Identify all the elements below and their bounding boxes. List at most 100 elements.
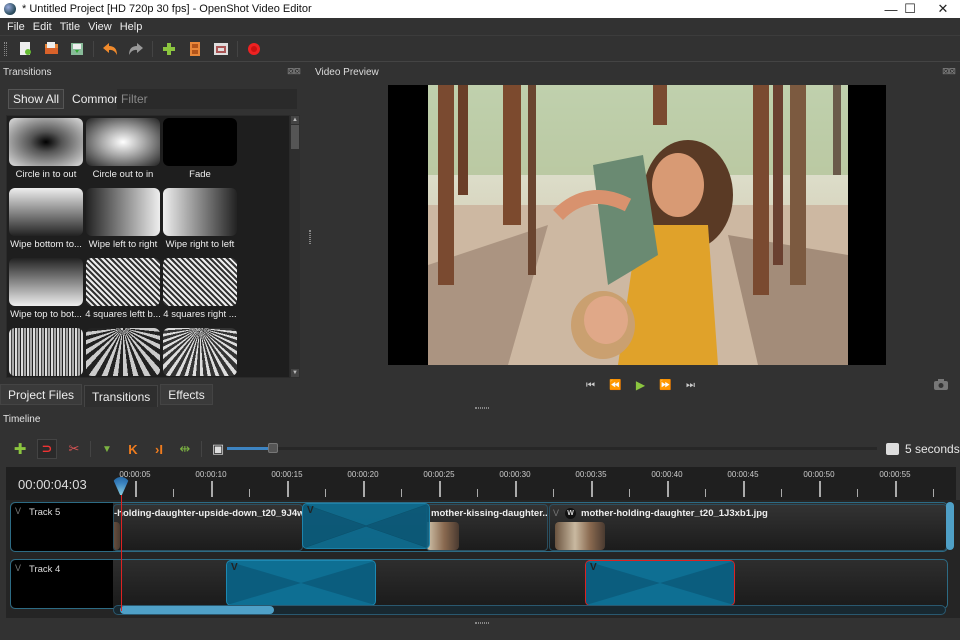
- import-files-button[interactable]: [160, 40, 178, 58]
- jump-end-button[interactable]: ⏭: [678, 377, 703, 393]
- clip-thumbnail: [114, 522, 120, 550]
- transition-item[interactable]: 4 squares leftt b...: [85, 258, 161, 324]
- zoom-slider-handle[interactable]: [267, 443, 278, 453]
- track-4[interactable]: V Track 4 V V: [10, 559, 948, 609]
- tab-project-files[interactable]: Project Files: [0, 384, 83, 405]
- add-track-button[interactable]: ✚: [11, 440, 29, 458]
- track-menu-icon[interactable]: V: [15, 563, 21, 573]
- tab-transitions[interactable]: Transitions: [84, 385, 159, 407]
- transition-item[interactable]: [86, 328, 160, 377]
- transition-clip-selected[interactable]: V: [585, 560, 735, 606]
- undo-button[interactable]: [101, 40, 119, 58]
- snapping-toggle[interactable]: ⊃: [37, 439, 57, 459]
- left-dock-tabs: Project Files Transitions Effects: [0, 384, 215, 407]
- clip[interactable]: V W mother-holding-daughter_t20_1J3xb1.j…: [549, 504, 947, 551]
- transition-thumbnail: [86, 258, 160, 306]
- export-video-button[interactable]: [245, 40, 263, 58]
- previous-marker-icon: K: [128, 441, 138, 457]
- transition-item[interactable]: Fade: [163, 118, 237, 184]
- transition-item[interactable]: Wipe left to right: [86, 188, 160, 254]
- timeline-vertical-scrollbar[interactable]: [946, 502, 954, 550]
- transition-menu-icon[interactable]: V: [307, 505, 314, 516]
- ruler-major-tick: [667, 481, 669, 497]
- ruler-major-tick: [439, 481, 441, 497]
- transition-item[interactable]: 4 squares right ...: [163, 258, 237, 324]
- horizontal-splitter-handle[interactable]: [475, 407, 489, 409]
- ruler-major-tick: [895, 481, 897, 497]
- zoom-level-label: 5 seconds: [905, 442, 960, 456]
- transition-filter-row: Show All Common: [8, 89, 121, 109]
- bottom-splitter-handle[interactable]: [475, 622, 489, 624]
- close-button[interactable]: ✕: [920, 0, 960, 18]
- track-menu-icon[interactable]: V: [15, 506, 21, 516]
- zoom-slider-track[interactable]: [227, 447, 877, 450]
- track-header[interactable]: V Track 5: [11, 503, 113, 551]
- center-playhead-icon: ⇹: [179, 441, 191, 456]
- center-playhead-button[interactable]: ⇹: [176, 440, 194, 458]
- transition-menu-icon[interactable]: V: [590, 562, 597, 573]
- timeline-scroll-thumb[interactable]: [120, 606, 274, 614]
- fast-forward-button[interactable]: ⏩: [653, 377, 678, 393]
- menu-help[interactable]: Help: [116, 21, 147, 33]
- play-button[interactable]: ▶: [628, 377, 653, 393]
- transition-item[interactable]: [163, 328, 237, 377]
- transition-item[interactable]: Wipe top to bot...: [9, 258, 83, 324]
- ruler-label: 00:00:35: [575, 470, 607, 479]
- open-project-button[interactable]: [42, 40, 60, 58]
- menu-edit[interactable]: Edit: [29, 21, 56, 33]
- transition-item[interactable]: [9, 328, 83, 377]
- clip-thumbnail: [555, 522, 605, 550]
- save-project-button[interactable]: [68, 40, 86, 58]
- jump-start-button[interactable]: ⏮: [578, 377, 603, 393]
- dock-float-close-icon[interactable]: ⊠⊠: [287, 66, 301, 77]
- choose-profile-button[interactable]: [186, 40, 204, 58]
- track-5[interactable]: V Track 5 -holding-daughter-upside-down_…: [10, 502, 948, 552]
- transition-item[interactable]: Circle out to in: [86, 118, 160, 184]
- scroll-up-icon[interactable]: ▲: [291, 116, 299, 124]
- scroll-down-icon[interactable]: ▼: [291, 369, 299, 377]
- zoom-out-button[interactable]: ▣: [209, 440, 227, 458]
- razor-button[interactable]: ✂: [65, 440, 83, 458]
- clip-menu-icon[interactable]: V: [553, 508, 559, 518]
- clip[interactable]: -holding-daughter-upside-down_t20_9J4wl2: [113, 504, 303, 551]
- transition-clip[interactable]: V: [226, 560, 376, 606]
- rewind-button[interactable]: ⏪: [603, 377, 628, 393]
- transitions-scrollbar[interactable]: ▲ ▼: [290, 115, 300, 378]
- track-header[interactable]: V Track 4: [11, 560, 113, 608]
- ruler-label: 00:00:15: [271, 470, 303, 479]
- common-button[interactable]: Common: [72, 92, 121, 106]
- transition-item[interactable]: Wipe right to left: [163, 188, 237, 254]
- ruler-label: 00:00:55: [879, 470, 911, 479]
- previous-marker-button[interactable]: K: [124, 440, 142, 458]
- vertical-splitter-handle[interactable]: [309, 230, 311, 244]
- menu-file[interactable]: File: [3, 21, 29, 33]
- tab-effects[interactable]: Effects: [160, 384, 213, 405]
- snapshot-button[interactable]: [934, 379, 948, 393]
- add-marker-button[interactable]: ▼: [98, 440, 116, 458]
- toolbar-grip[interactable]: [4, 42, 7, 56]
- ruler-minor-tick: [477, 489, 478, 497]
- scroll-thumb[interactable]: [291, 125, 299, 149]
- transition-item[interactable]: Wipe bottom to...: [9, 188, 83, 254]
- menu-view[interactable]: View: [84, 21, 116, 33]
- new-project-button[interactable]: [16, 40, 34, 58]
- ruler-label: 00:00:40: [651, 470, 683, 479]
- fullscreen-button[interactable]: [212, 40, 230, 58]
- track-name: Track 4: [29, 564, 61, 575]
- transition-clip[interactable]: V: [302, 503, 430, 549]
- undo-icon: [103, 42, 117, 55]
- show-all-button[interactable]: Show All: [8, 89, 65, 109]
- menu-title[interactable]: Title: [56, 21, 84, 33]
- jump-end-icon: ⏭: [686, 379, 695, 391]
- dock-float-close-icon[interactable]: ⊠⊠: [942, 66, 956, 77]
- zoom-icon: [886, 443, 899, 455]
- track-name: Track 5: [29, 507, 61, 518]
- transition-menu-icon[interactable]: V: [231, 562, 238, 573]
- playback-controls: ⏮ ⏪ ▶ ⏩ ⏭: [578, 377, 703, 393]
- filter-input[interactable]: Filter: [117, 89, 297, 109]
- clip[interactable]: mother-kissing-daughter...: [426, 504, 548, 551]
- transition-item[interactable]: Circle in to out: [9, 118, 83, 184]
- ruler-major-tick: [743, 481, 745, 497]
- redo-button[interactable]: [127, 40, 145, 58]
- next-marker-button[interactable]: ›I: [150, 440, 168, 458]
